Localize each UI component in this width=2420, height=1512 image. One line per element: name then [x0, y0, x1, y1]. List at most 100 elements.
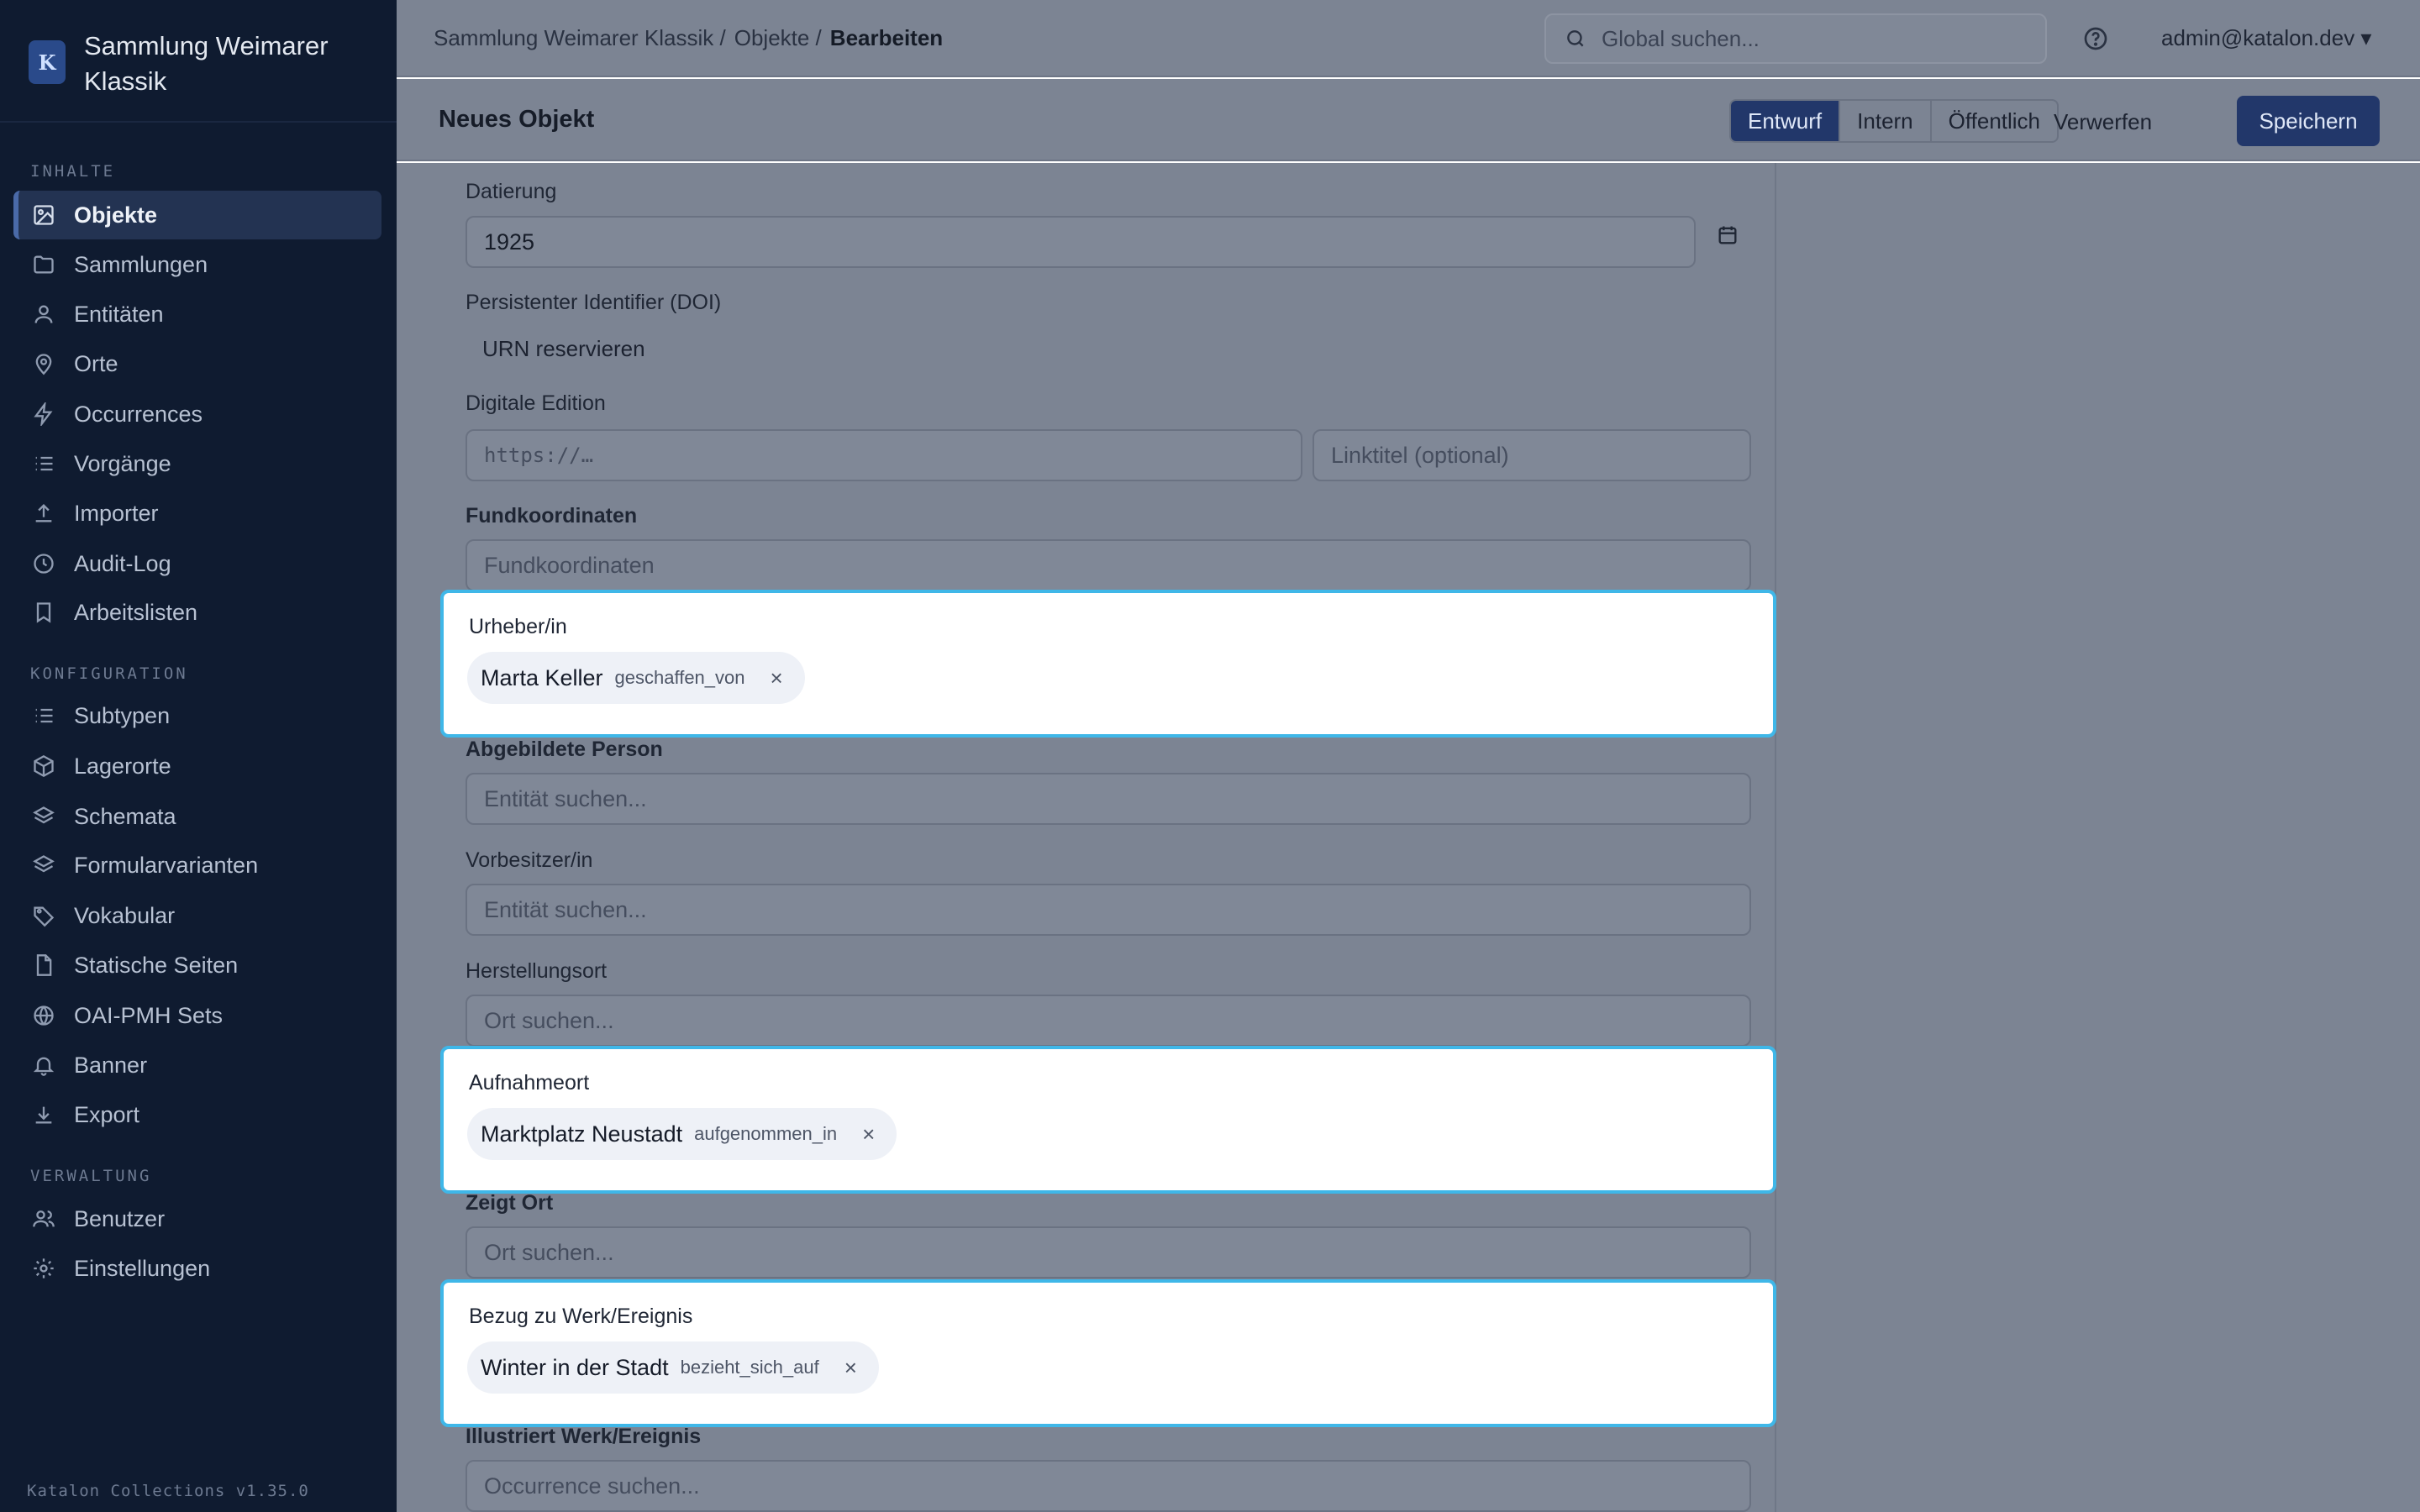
- sidebar-item-importer[interactable]: Importer: [13, 489, 381, 538]
- sidebar-item-benutzer[interactable]: Benutzer: [13, 1194, 381, 1243]
- brand-logo: K: [29, 40, 66, 84]
- sidebar: K Sammlung Weimarer Klassik INHALTE Obje…: [0, 0, 397, 1512]
- field-label-vorbesitzer: Vorbesitzer/in: [466, 848, 593, 872]
- save-button[interactable]: Speichern: [2237, 96, 2380, 146]
- edition-url-input[interactable]: https://…: [466, 429, 1302, 481]
- datierung-input[interactable]: 1925: [466, 216, 1696, 268]
- field-label-bezug: Bezug zu Werk/Ereignis: [469, 1305, 693, 1328]
- brand[interactable]: K Sammlung Weimarer Klassik: [0, 0, 397, 123]
- layers-icon: [33, 855, 55, 873]
- abgebildete-person-input[interactable]: Entität suchen...: [466, 773, 1751, 825]
- sidebar-item-formularvarianten[interactable]: Formularvarianten: [13, 841, 381, 890]
- sidebar-item-statische-seiten[interactable]: Statische Seiten: [13, 941, 381, 990]
- download-icon: [35, 1106, 52, 1124]
- sidebar-item-einstellungen[interactable]: Einstellungen: [13, 1244, 381, 1293]
- sidebar-item-label: Subtypen: [74, 702, 171, 728]
- sidebar-item-label: Orte: [74, 350, 118, 376]
- layers-icon: [33, 806, 55, 824]
- sidebar-item-oai-pmh-sets[interactable]: OAI-PMH Sets: [13, 991, 381, 1040]
- editor-header: Neues Objekt Entwurf Intern Öffentlich V…: [397, 79, 2420, 161]
- sidebar-item-sammlungen[interactable]: Sammlungen: [13, 240, 381, 289]
- entity-chip[interactable]: Marta Keller geschaffen_von ×: [467, 652, 805, 704]
- global-search[interactable]: [1544, 13, 2047, 64]
- gear-icon: [34, 1258, 54, 1278]
- field-label-abgebildete-person: Abgebildete Person: [466, 738, 663, 761]
- field-label-doi: Persistenter Identifier (DOI): [466, 291, 722, 314]
- sidebar-item-schemata[interactable]: Schemata: [13, 792, 381, 841]
- upload-icon: [35, 504, 52, 522]
- sidebar-item-occurrences[interactable]: Occurrences: [13, 390, 381, 438]
- user-icon: [34, 305, 53, 323]
- app-version: Katalon Collections v1.35.0: [27, 1482, 309, 1500]
- sidebar-item-subtypen[interactable]: Subtypen: [13, 691, 381, 740]
- breadcrumb-item-sammlung[interactable]: Sammlung Weimarer Klassik /: [434, 25, 726, 51]
- field-label-illustriert: Illustriert Werk/Ereignis: [466, 1425, 702, 1448]
- brand-title: Sammlung Weimarer Klassik: [84, 31, 329, 96]
- sidebar-item-label: Audit-Log: [74, 550, 171, 576]
- breadcrumb-item-current: Bearbeiten: [829, 25, 944, 50]
- sidebar-item-label: Einstellungen: [74, 1255, 211, 1281]
- close-icon[interactable]: ×: [844, 1355, 857, 1381]
- fundkoordinaten-input[interactable]: Fundkoordinaten: [466, 539, 1751, 591]
- sidebar-item-arbeitslisten[interactable]: Arbeitslisten: [13, 588, 381, 637]
- aufnahmeort-field-card: Aufnahmeort Marktplatz Neustadt aufgenom…: [440, 1046, 1776, 1194]
- sidebar-item-vokabular[interactable]: Vokabular: [13, 891, 381, 940]
- sidebar-item-label: Importer: [74, 500, 159, 526]
- herstellungsort-input[interactable]: Ort suchen...: [466, 995, 1751, 1047]
- sidebar-item-orte[interactable]: Orte: [13, 339, 381, 388]
- map-pin-icon: [35, 354, 52, 375]
- status-intern[interactable]: Intern: [1840, 101, 1932, 141]
- sidebar-item-lagerorte[interactable]: Lagerorte: [13, 742, 381, 790]
- sidebar-item-label: Statische Seiten: [74, 952, 239, 978]
- zeigt-ort-input[interactable]: Ort suchen...: [466, 1226, 1751, 1278]
- sidebar-item-label: Schemata: [74, 803, 176, 829]
- chip-relation: geschaffen_von: [614, 667, 745, 688]
- clock-icon: [34, 554, 54, 574]
- sidebar-item-vorgaenge[interactable]: Vorgänge: [13, 439, 381, 488]
- chip-name: Marta Keller: [481, 664, 603, 690]
- help-icon[interactable]: [2082, 25, 2109, 52]
- breadcrumb: Sammlung Weimarer Klassik / Objekte / Be…: [434, 25, 951, 51]
- globe-icon: [34, 1005, 54, 1026]
- discard-button[interactable]: Verwerfen: [2054, 109, 2152, 135]
- users-icon: [33, 1210, 55, 1227]
- image-icon: [34, 205, 54, 225]
- sidebar-item-label: Export: [74, 1101, 140, 1127]
- field-label-urheber: Urheber/in: [469, 615, 567, 638]
- topbar: Sammlung Weimarer Klassik / Objekte / Be…: [397, 0, 2420, 77]
- search-icon: [1567, 30, 1584, 47]
- sidebar-item-label: Objekte: [74, 202, 158, 228]
- sidebar-item-label: Formularvarianten: [74, 852, 259, 878]
- field-label-zeigt-ort: Zeigt Ort: [466, 1191, 554, 1215]
- place-chip[interactable]: Marktplatz Neustadt aufgenommen_in ×: [467, 1108, 897, 1160]
- sidebar-item-export[interactable]: Export: [13, 1090, 381, 1139]
- status-oeffentlich[interactable]: Öffentlich: [1932, 101, 2057, 141]
- list-icon: [35, 456, 53, 471]
- urn-reserve-button[interactable]: URN reservieren: [482, 336, 645, 362]
- status-entwurf[interactable]: Entwurf: [1731, 101, 1841, 141]
- search-input[interactable]: [1602, 25, 2039, 52]
- illustriert-input[interactable]: Occurrence suchen...: [466, 1460, 1751, 1512]
- sidebar-item-audit-log[interactable]: Audit-Log: [13, 539, 381, 588]
- sidebar-item-label: Banner: [74, 1052, 148, 1078]
- close-icon[interactable]: ×: [862, 1121, 875, 1147]
- breadcrumb-item-objekte[interactable]: Objekte /: [734, 25, 822, 51]
- close-icon[interactable]: ×: [771, 665, 783, 691]
- sidebar-item-label: Sammlungen: [74, 251, 208, 277]
- field-label-fundkoordinaten: Fundkoordinaten: [466, 504, 638, 528]
- user-menu[interactable]: admin@katalon.dev ▾: [2161, 25, 2371, 51]
- field-label-edition: Digitale Edition: [466, 391, 606, 415]
- sidebar-item-objekte[interactable]: Objekte: [13, 191, 381, 239]
- vorbesitzer-input[interactable]: Entität suchen...: [466, 884, 1751, 936]
- edition-title-input[interactable]: Linktitel (optional): [1313, 429, 1751, 481]
- field-label-datierung: Datierung: [466, 180, 557, 203]
- list-icon: [35, 708, 53, 723]
- chip-name: Winter in der Stadt: [481, 1354, 669, 1380]
- occurrence-chip[interactable]: Winter in der Stadt bezieht_sich_auf ×: [467, 1341, 879, 1394]
- field-label-herstellungsort: Herstellungsort: [466, 959, 608, 983]
- calendar-icon[interactable]: [1716, 223, 1739, 247]
- sidebar-item-banner[interactable]: Banner: [13, 1041, 381, 1089]
- sidebar-item-entitaeten[interactable]: Entitäten: [13, 290, 381, 339]
- sidebar-item-label: Arbeitslisten: [74, 599, 198, 625]
- bell-icon: [33, 1057, 55, 1076]
